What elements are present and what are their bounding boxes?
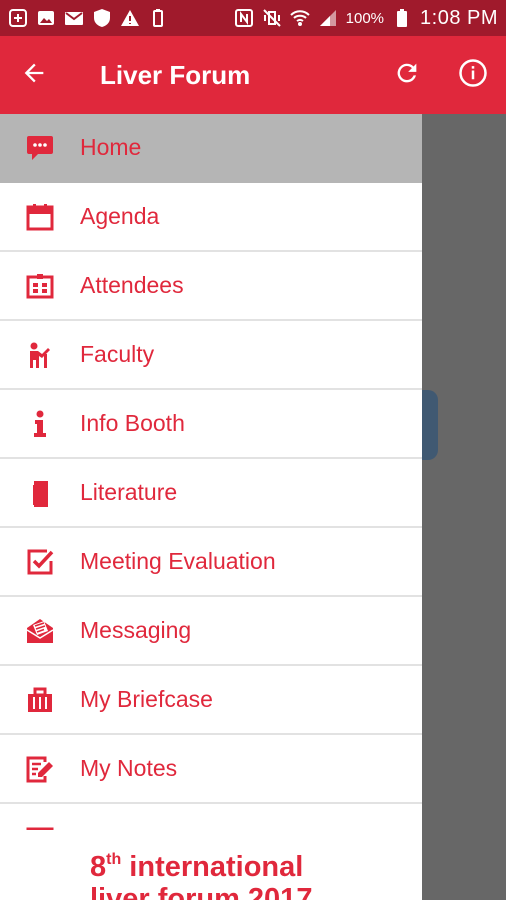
menu-item-label: Literature xyxy=(80,479,178,505)
menu-item-label: My Notes xyxy=(80,755,178,781)
menu-item-my-notes[interactable]: My Notes xyxy=(0,735,422,804)
navigation-drawer: Home Agenda Attendees Faculty Info Booth… xyxy=(0,114,422,900)
event-banner: 8th international liver forum 2017 xyxy=(0,830,422,900)
status-bar: 100% 1:08 PM xyxy=(0,0,506,36)
menu-item-literature[interactable]: Literature xyxy=(0,459,422,528)
refresh-icon xyxy=(393,59,421,92)
battery-icon xyxy=(392,8,412,28)
gmail-icon xyxy=(64,8,84,28)
menu-item-label: Home xyxy=(80,134,142,160)
menu-item-label: My Briefcase xyxy=(80,686,213,712)
menu-item-label: Faculty xyxy=(80,341,155,367)
vibrate-mute-icon xyxy=(262,8,282,28)
menu-item-messaging[interactable]: Messaging xyxy=(0,597,422,666)
menu-item-my-briefcase[interactable]: My Briefcase xyxy=(0,666,422,735)
menu-item-attendees[interactable]: Attendees xyxy=(0,252,422,321)
menu-item-faculty[interactable]: Faculty xyxy=(0,321,422,390)
menu-item-label: Agenda xyxy=(80,203,160,229)
menu-item-label: Meeting Evaluation xyxy=(80,548,276,574)
menu-item-label: Messaging xyxy=(80,617,192,643)
info-button[interactable] xyxy=(440,36,506,114)
chat-bubble-icon xyxy=(0,133,80,163)
menu-item-meeting-evaluation[interactable]: Meeting Evaluation xyxy=(0,528,422,597)
banner-line-1: 8th international xyxy=(90,851,304,883)
envelope-icon xyxy=(0,616,80,646)
menu-item-agenda[interactable]: Agenda xyxy=(0,183,422,252)
menu-item-label: Attendees xyxy=(80,272,184,298)
menu-item-label: Info Booth xyxy=(80,410,185,436)
warning-icon xyxy=(120,8,140,28)
presenter-icon xyxy=(0,340,80,370)
banner-line-2: liver forum 2017 xyxy=(90,883,313,900)
clock: 1:08 PM xyxy=(420,6,498,29)
back-button[interactable] xyxy=(0,36,68,114)
app-bar: Liver Forum xyxy=(0,36,506,114)
signal-icon xyxy=(318,8,338,28)
add-notification-icon xyxy=(8,8,28,28)
battery-percentage: 100% xyxy=(345,9,385,27)
id-card-icon xyxy=(0,271,80,301)
background-content xyxy=(422,390,438,460)
briefcase-icon xyxy=(0,685,80,715)
image-notification-icon xyxy=(36,8,56,28)
checkbox-icon xyxy=(0,547,80,577)
menu-item-home[interactable]: Home xyxy=(0,114,422,183)
info-outline-icon xyxy=(458,58,488,93)
refresh-button[interactable] xyxy=(374,36,440,114)
battery-saver-icon xyxy=(148,8,168,28)
notes-icon xyxy=(0,754,80,784)
menu-item-info-booth[interactable]: Info Booth xyxy=(0,390,422,459)
wifi-icon xyxy=(289,8,310,28)
shield-icon xyxy=(92,8,112,28)
app-title: Liver Forum xyxy=(100,59,251,90)
calendar-icon xyxy=(0,202,80,232)
arrow-back-icon xyxy=(20,59,48,92)
nfc-icon xyxy=(234,8,254,28)
info-icon xyxy=(0,409,80,439)
document-icon xyxy=(0,478,80,508)
drawer-scrim[interactable] xyxy=(422,114,506,900)
